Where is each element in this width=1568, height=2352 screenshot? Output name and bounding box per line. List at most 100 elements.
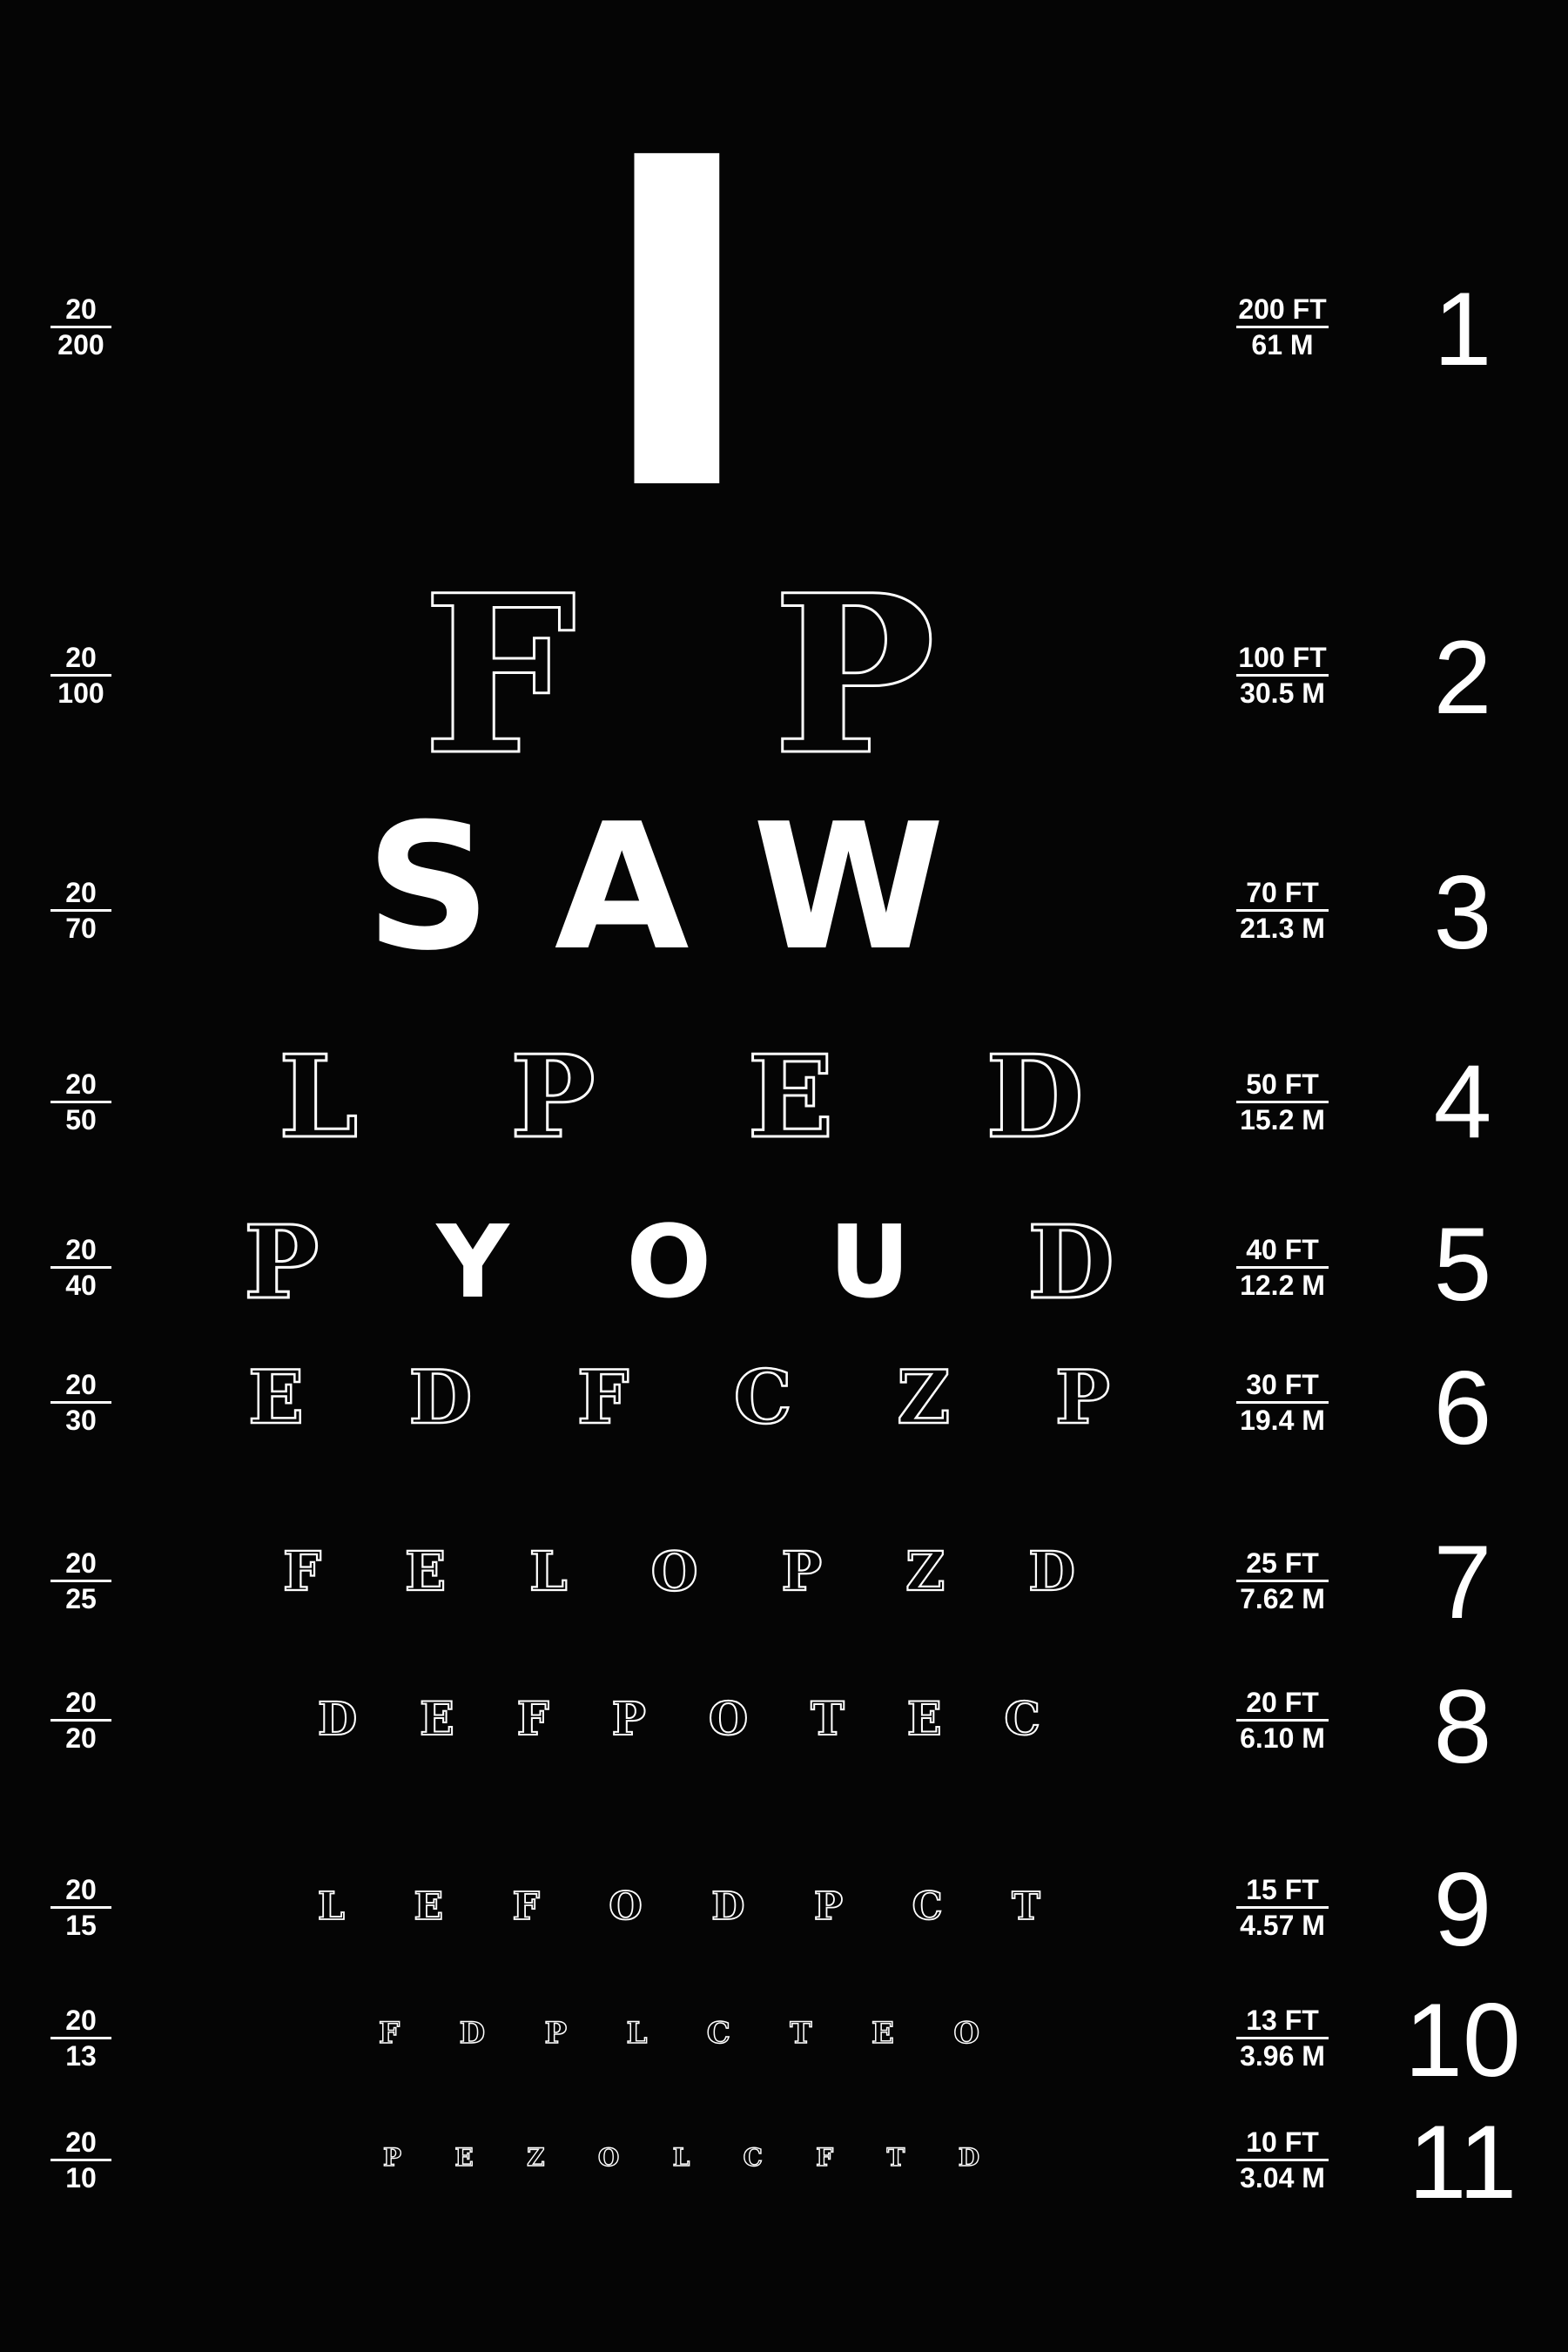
chart-letter: F (512, 1884, 541, 1929)
chart-letter: P (544, 2016, 568, 2051)
distance-fraction: 25 FT 7.62 M (1236, 1549, 1329, 1613)
distance-fraction: 20 FT 6.10 M (1236, 1688, 1329, 1752)
distance-meters: 3.96 M (1240, 2040, 1325, 2072)
acuity-fraction: 20 30 (50, 1371, 111, 1434)
acuity-denominator: 50 (65, 1104, 97, 1136)
acuity-numerator: 20 (50, 644, 111, 677)
chart-letter: O (608, 1884, 643, 1929)
chart-row-letters: LPED (277, 1039, 1085, 1155)
chart-row-5: PYOUD (0, 1203, 1568, 1322)
chart-letter: P (382, 2142, 402, 2172)
chart-letter: Y (436, 1203, 509, 1321)
chart-letter: E (746, 1030, 835, 1163)
chart-letter: D (407, 1354, 473, 1440)
distance-meters: 6.10 M (1240, 1722, 1325, 1754)
acuity-denominator: 30 (65, 1405, 97, 1436)
chart-letter: F (421, 547, 578, 803)
line-number: 9 (1433, 1851, 1492, 1968)
distance-feet: 20 FT (1236, 1688, 1329, 1722)
chart-letter: O (708, 1693, 749, 1746)
distance-fraction: 15 FT 4.57 M (1236, 1876, 1329, 1939)
distance-meters: 30.5 M (1240, 677, 1325, 709)
eye-chart: I 20 200 200 FT 61 M 1 F P 20 100 100 FT 30.5 M2SAW… (0, 0, 1568, 2352)
chart-letter: O (650, 1540, 699, 1603)
acuity-fraction: 20 25 (50, 1549, 111, 1613)
chart-letter: F (516, 1693, 550, 1746)
chart-letter: D (1027, 1540, 1076, 1603)
chart-letter: D (985, 1030, 1086, 1163)
chart-row-letters: EDFCZP (247, 1354, 1111, 1440)
chart-letter: L (528, 1540, 569, 1603)
distance-fraction: 200 FT 61 M (1236, 295, 1329, 359)
chart-letter: L (672, 2142, 690, 2172)
chart-row-7: FELOPZD (0, 1541, 1568, 1602)
chart-row-letters: PYOUD (242, 1203, 1116, 1322)
acuity-denominator: 100 (57, 677, 104, 709)
line-number: 1 (1433, 271, 1492, 388)
chart-letter: O (953, 2016, 980, 2051)
distance-fraction: 40 FT 12.2 M (1236, 1236, 1329, 1299)
chart-letter: I (592, 63, 762, 590)
chart-letter: S (366, 786, 492, 989)
chart-letter: Z (526, 2142, 545, 2172)
distance-feet: 100 FT (1236, 644, 1329, 677)
line-number: 3 (1433, 854, 1492, 971)
acuity-denominator: 70 (65, 913, 97, 944)
line-number: 7 (1433, 1524, 1492, 1641)
chart-letter: D (1026, 1203, 1116, 1322)
acuity-fraction: 20 200 (50, 295, 111, 359)
chart-row-letters: DEFPOTEC (317, 1693, 1041, 1746)
acuity-denominator: 40 (65, 1270, 97, 1301)
chart-row-letters: FDPLCTEO (378, 2012, 980, 2055)
distance-feet: 40 FT (1236, 1236, 1329, 1269)
distance-meters: 61 M (1251, 329, 1314, 361)
acuity-numerator: 20 (50, 295, 111, 328)
distance-fraction: 10 FT 3.04 M (1236, 2128, 1329, 2192)
chart-row-10: FDPLCTEO (0, 2012, 1568, 2055)
distance-feet: 13 FT (1236, 2006, 1329, 2039)
acuity-fraction: 20 15 (50, 1876, 111, 1939)
acuity-numerator: 20 (50, 2006, 111, 2039)
chart-letter: C (912, 1884, 944, 1929)
acuity-numerator: 20 (50, 879, 111, 912)
chart-letter: L (317, 1884, 346, 1929)
chart-letter: C (743, 2142, 764, 2172)
chart-letter: C (706, 2016, 731, 2051)
acuity-numerator: 20 (50, 1549, 111, 1582)
acuity-numerator: 20 (50, 1070, 111, 1103)
line-number: 5 (1433, 1206, 1492, 1323)
chart-letter: F (282, 1540, 322, 1603)
chart-letter: E (419, 1693, 455, 1746)
chart-letter: E (404, 1540, 447, 1603)
chart-letter: P (611, 1693, 647, 1746)
chart-row-letters: LEFODPCT (317, 1881, 1041, 1933)
chart-letter: L (626, 2016, 648, 2051)
acuity-denominator: 15 (65, 1910, 97, 1941)
chart-letter: D (958, 2142, 980, 2172)
acuity-numerator: 20 (50, 1688, 111, 1722)
chart-letter: D (710, 1884, 745, 1929)
distance-fraction: 100 FT 30.5 M (1236, 644, 1329, 707)
chart-row-6: EDFCZP (0, 1358, 1568, 1437)
distance-feet: 30 FT (1236, 1371, 1329, 1404)
acuity-fraction: 20 20 (50, 1688, 111, 1752)
distance-meters: 19.4 M (1240, 1405, 1325, 1436)
chart-letter: E (454, 2142, 474, 2172)
chart-row-letters: FELOPZD (282, 1540, 1076, 1603)
distance-meters: 7.62 M (1240, 1583, 1325, 1614)
acuity-fraction: 20 70 (50, 879, 111, 942)
distance-meters: 3.04 M (1240, 2162, 1325, 2194)
chart-letter: F (575, 1354, 629, 1440)
chart-letter: F (816, 2142, 834, 2172)
chart-letter: U (829, 1203, 911, 1321)
chart-letter: O (626, 1203, 712, 1321)
acuity-numerator: 20 (50, 1236, 111, 1269)
distance-fraction: 30 FT 19.4 M (1236, 1371, 1329, 1434)
distance-meters: 15.2 M (1240, 1104, 1325, 1136)
distance-fraction: 70 FT 21.3 M (1236, 879, 1329, 942)
chart-letter: D (459, 2016, 486, 2051)
distance-feet: 25 FT (1236, 1549, 1329, 1582)
chart-letter: F (378, 2016, 400, 2051)
chart-letter: P (813, 1884, 844, 1929)
chart-letter: E (414, 1884, 444, 1929)
